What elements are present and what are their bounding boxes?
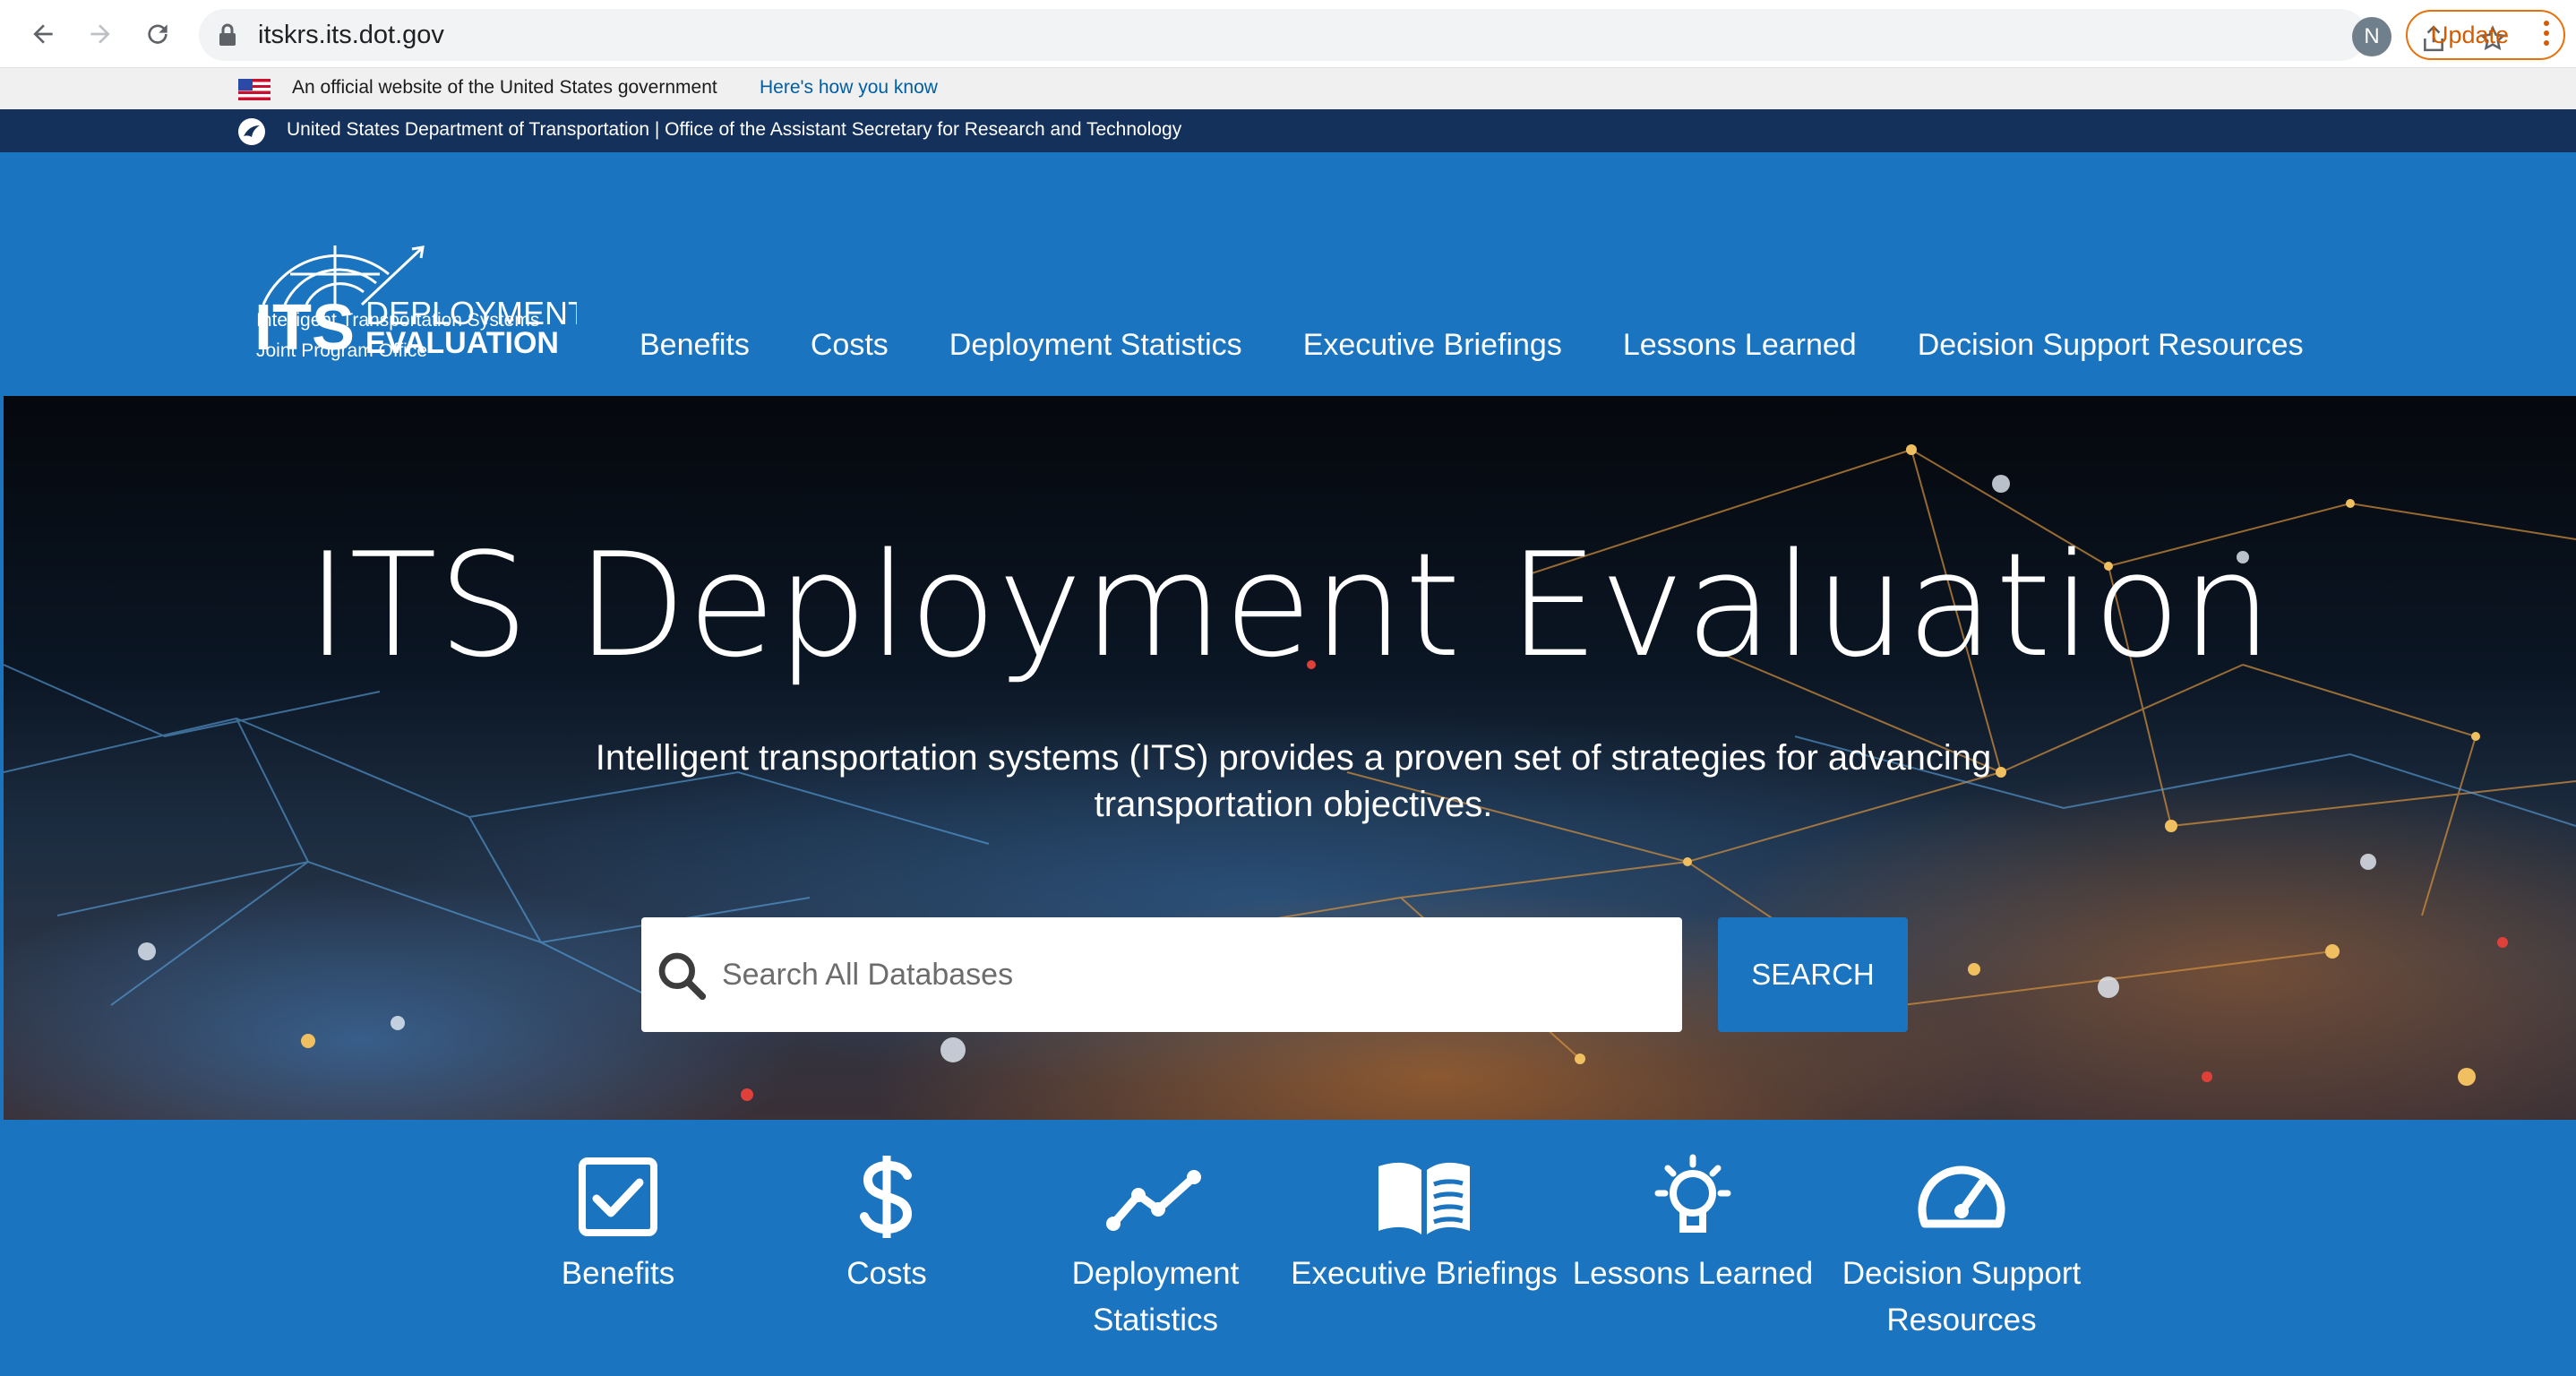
how-you-know-link[interactable]: Here's how you know	[760, 77, 938, 99]
logo-office: Joint Program Office	[256, 340, 428, 361]
more-menu-icon[interactable]	[2544, 21, 2551, 50]
dot-logo-icon[interactable]	[238, 118, 265, 145]
browser-toolbar: itskrs.its.dot.gov N Update	[0, 0, 2576, 68]
back-button[interactable]	[25, 16, 61, 52]
feature-lessons-learned[interactable]: Lessons Learned	[1558, 1154, 1827, 1297]
official-site-text: An official website of the United States…	[292, 77, 717, 98]
arrow-right-icon	[90, 24, 110, 44]
address-bar[interactable]: itskrs.its.dot.gov	[199, 9, 2506, 61]
open-book-icon	[1378, 1162, 1470, 1234]
feature-label: Benefits	[561, 1256, 675, 1291]
hero-subtitle: Intelligent transportation systems (ITS)…	[595, 738, 1992, 824]
site-header: ITS DEPLOYMENT EVALUATION Intelligent Tr…	[0, 152, 2576, 396]
feature-links: Benefits Costs Deployment Statistics Exe…	[0, 1120, 2576, 1376]
profile-avatar[interactable]: N	[2352, 17, 2391, 56]
checkbox-icon	[579, 1157, 657, 1236]
search-box	[641, 917, 1682, 1032]
feature-costs[interactable]: Costs	[752, 1154, 1021, 1297]
dollar-icon	[860, 1156, 913, 1238]
dot-agency-text[interactable]: United States Department of Transportati…	[287, 119, 1181, 141]
logo-subtitle: Intelligent Transportation Systems	[256, 310, 540, 331]
gauge-icon	[1918, 1165, 2005, 1228]
feature-deployment-statistics[interactable]: Deployment Statistics	[1021, 1154, 1290, 1344]
feature-label: Costs	[846, 1256, 927, 1291]
forward-button[interactable]	[82, 16, 118, 52]
nav-decision-support-resources[interactable]: Decision Support Resources	[1918, 328, 2304, 363]
trend-line-icon	[1106, 1170, 1201, 1231]
nav-lessons-learned[interactable]: Lessons Learned	[1623, 328, 1857, 363]
search-button[interactable]: SEARCH	[1718, 917, 1908, 1032]
nav-deployment-statistics[interactable]: Deployment Statistics	[949, 328, 1242, 363]
reload-button[interactable]	[140, 16, 176, 52]
feature-label: Lessons Learned	[1572, 1256, 1814, 1291]
lightbulb-icon	[1654, 1154, 1731, 1233]
its-logo[interactable]: ITS DEPLOYMENT EVALUATION	[254, 194, 577, 400]
arrow-left-icon	[33, 24, 53, 44]
official-site-banner: An official website of the United States…	[0, 68, 2576, 109]
dot-agency-bar: United States Department of Transportati…	[0, 109, 2576, 152]
hero-banner: ITS Deployment Evaluation Intelligent tr…	[4, 396, 2576, 1120]
url-text: itskrs.its.dot.gov	[258, 21, 444, 49]
reload-icon	[148, 24, 167, 44]
feature-label: Executive Briefings	[1291, 1256, 1558, 1291]
feature-executive-briefings[interactable]: Executive Briefings	[1290, 1154, 1558, 1297]
feature-label-line2: Resources	[1886, 1303, 2037, 1337]
feature-label-line2: Statistics	[1092, 1303, 1219, 1337]
update-button[interactable]: Update	[2406, 10, 2565, 60]
us-flag-icon	[238, 79, 270, 100]
nav-executive-briefings[interactable]: Executive Briefings	[1303, 328, 1562, 363]
feature-benefits[interactable]: Benefits	[484, 1154, 752, 1297]
lock-icon	[219, 23, 236, 46]
feature-label-line1: Deployment	[1071, 1256, 1240, 1291]
nav-costs[interactable]: Costs	[811, 328, 889, 363]
update-label: Update	[2431, 21, 2510, 48]
nav-benefits[interactable]: Benefits	[640, 328, 750, 363]
feature-decision-support-resources[interactable]: Decision Support Resources	[1827, 1154, 2096, 1344]
search-input[interactable]	[722, 942, 1653, 1007]
search-icon	[658, 952, 707, 1001]
feature-label-line1: Decision Support	[1842, 1256, 2082, 1291]
hero-title: ITS Deployment Evaluation	[305, 521, 2274, 689]
main-navigation: Benefits Costs Deployment Statistics Exe…	[640, 328, 2304, 363]
